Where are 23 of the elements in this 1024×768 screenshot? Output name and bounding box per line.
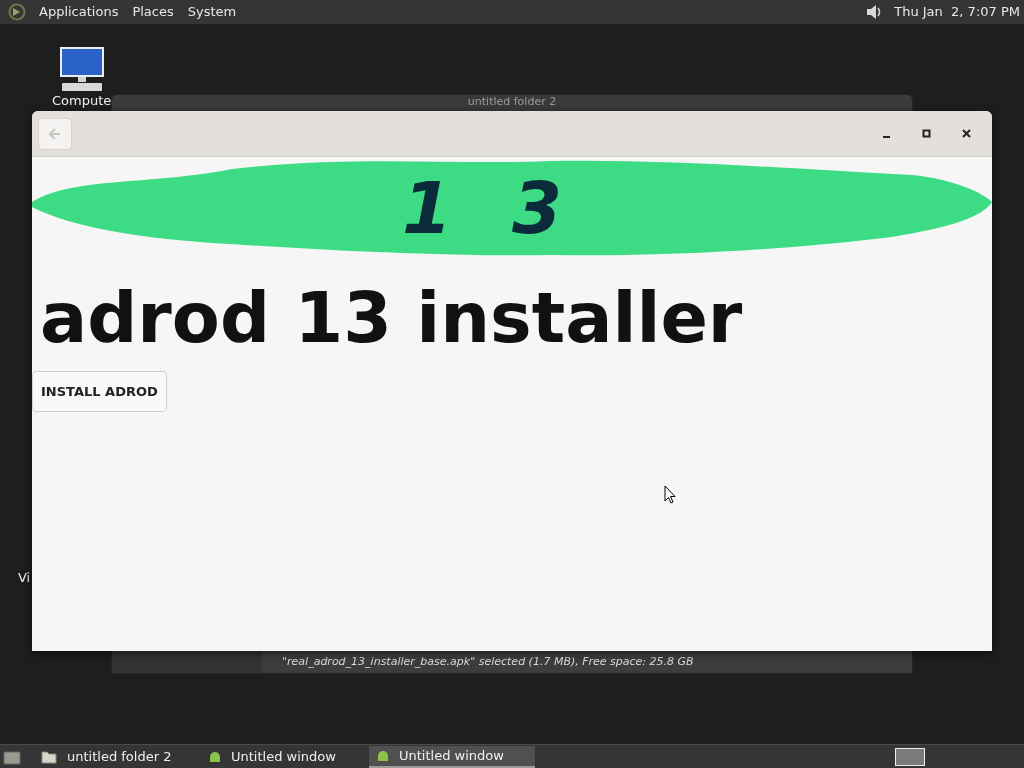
android-icon: [377, 749, 389, 762]
folder-icon: [41, 749, 57, 764]
show-desktop-icon[interactable]: [3, 748, 21, 765]
panel-menu[interactable]: Applications: [32, 2, 126, 22]
status-bar-text: "real_adrod_13_installer_base.apk" selected (1.7 MB), Free space: 25.8 GB: [282, 653, 694, 670]
banner-number: 13: [401, 167, 623, 248]
desktop-icon-label[interactable]: Compute: [52, 93, 112, 109]
back-arrow-icon: [47, 125, 63, 142]
taskbar-button[interactable]: Untitled window: [369, 745, 535, 768]
computer-icon[interactable]: [57, 45, 106, 93]
panel-menu[interactable]: Places: [125, 2, 181, 22]
workspace-switcher[interactable]: [895, 747, 925, 766]
taskbar-button[interactable]: untitled folder 2: [33, 745, 199, 768]
taskbar-button[interactable]: Untitled window: [201, 745, 367, 768]
menu-logo-icon[interactable]: [8, 3, 26, 21]
install-button[interactable]: INSTALL ADROD: [32, 371, 167, 412]
pointer-icon: [664, 485, 676, 504]
panel-menu[interactable]: System: [180, 2, 244, 22]
clock[interactable]: Thu Jan 2, 7:07 PM: [894, 2, 1020, 22]
window-title: untitled folder 2: [467, 95, 557, 109]
android-icon: [209, 750, 221, 763]
page-heading: adrod 13 installer: [40, 278, 744, 358]
desktop-icon-label[interactable]: Vi: [18, 570, 31, 585]
